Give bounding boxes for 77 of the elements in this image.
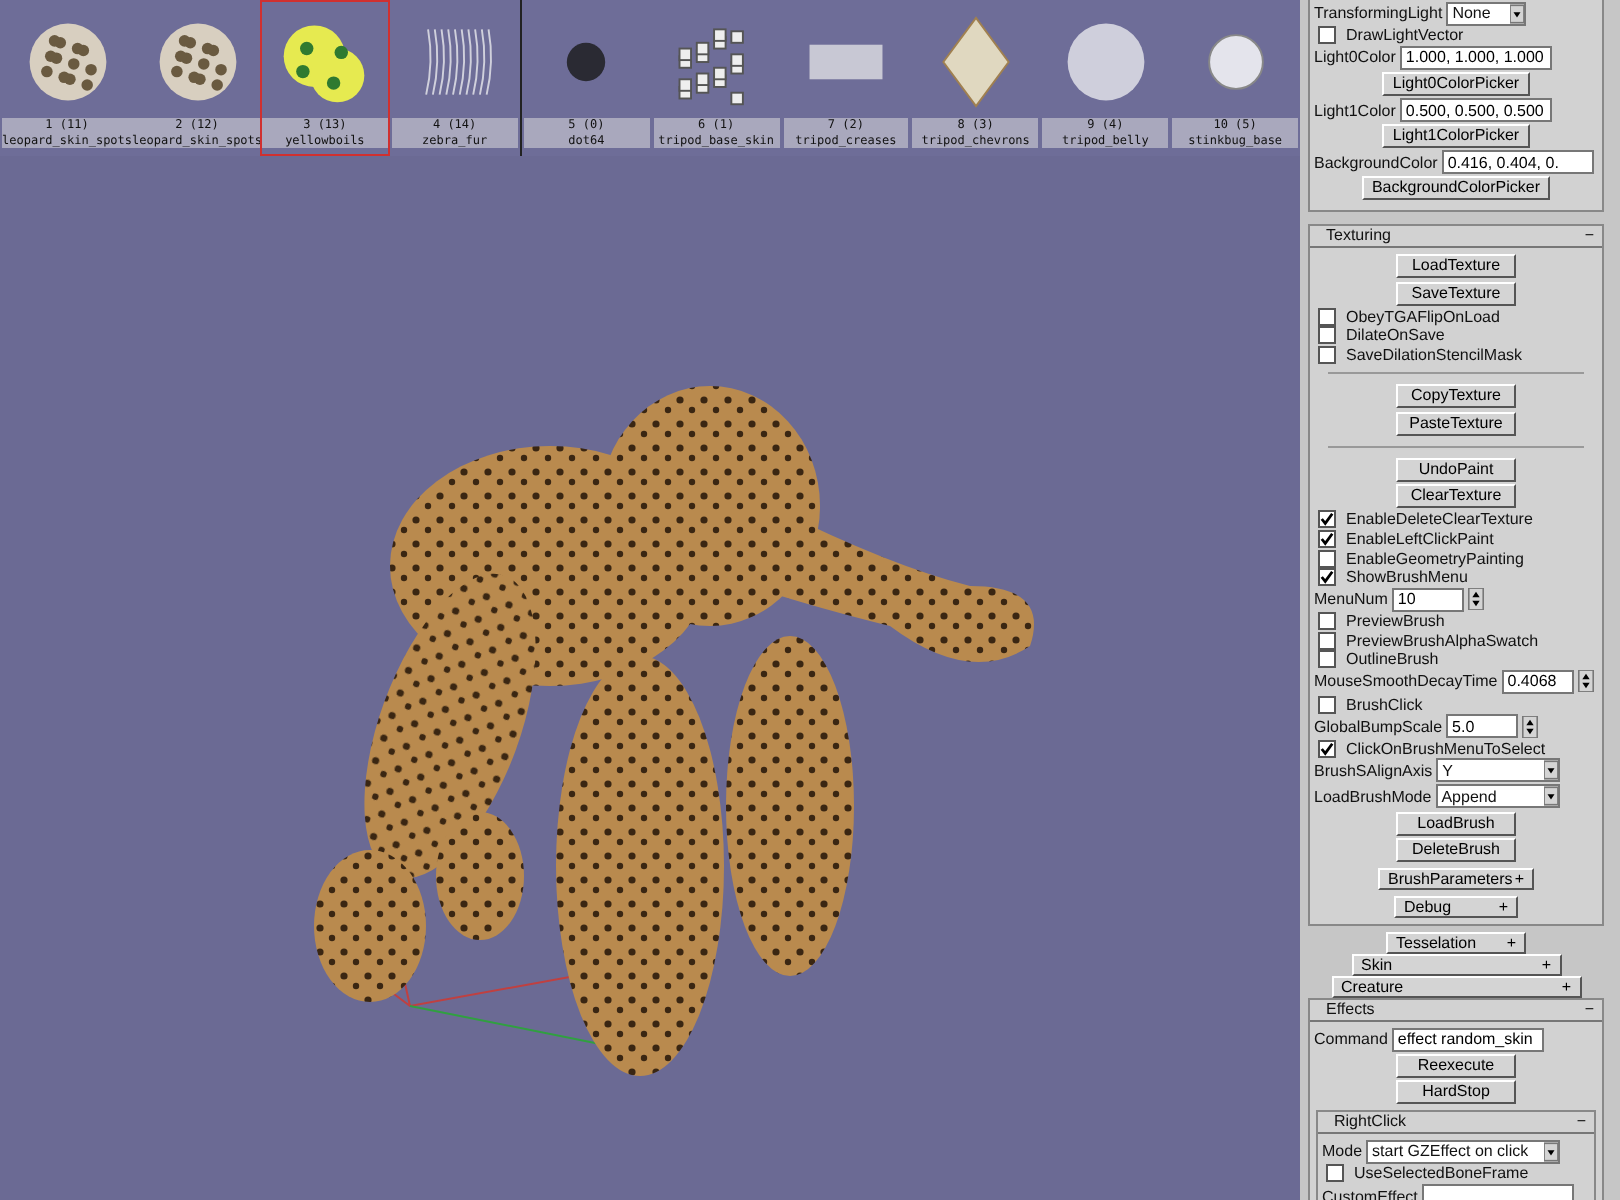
field-label: MenuNum xyxy=(1314,590,1388,609)
panel-button[interactable]: Light1ColorPicker xyxy=(1382,124,1530,149)
collapsed-group[interactable]: Debug + xyxy=(1394,895,1518,918)
checkbox-label: EnableLeftClickPaint xyxy=(1346,529,1494,548)
spinner-icon[interactable] xyxy=(1467,588,1484,611)
input-field[interactable]: 1.000, 1.000, 1.000 xyxy=(1399,45,1552,70)
checkbox[interactable] xyxy=(1318,695,1336,714)
checkbox[interactable] xyxy=(1318,631,1336,650)
checkbox[interactable] xyxy=(1318,529,1336,548)
checkbox[interactable] xyxy=(1318,346,1336,365)
input-field[interactable]: effect random_skin xyxy=(1391,1027,1544,1052)
panel-button[interactable]: HardStop xyxy=(1396,1080,1516,1105)
checkbox[interactable] xyxy=(1318,510,1336,529)
panel-header[interactable]: Effects − xyxy=(1310,1000,1602,1023)
checkbox-label: PreviewBrush xyxy=(1346,612,1445,631)
field-label: Light1Color xyxy=(1314,101,1396,120)
panel-button[interactable]: LoadBrush xyxy=(1396,811,1516,836)
checkbox-label: ObeyTGAFlipOnLoad xyxy=(1346,307,1500,326)
input-field[interactable]: 5.0 xyxy=(1446,714,1519,739)
collapsed-group[interactable]: Skin + xyxy=(1351,954,1561,977)
collapsed-group[interactable]: BrushParameters+ xyxy=(1378,867,1534,890)
checkbox-label: EnableGeometryPainting xyxy=(1346,549,1524,568)
panel-button[interactable]: SaveTexture xyxy=(1396,281,1516,306)
panel-button[interactable]: UndoPaint xyxy=(1396,457,1516,482)
checkbox-label: UseSelectedBoneFrame xyxy=(1354,1164,1529,1183)
checkbox[interactable] xyxy=(1318,307,1336,326)
input-field[interactable]: 0.4068 xyxy=(1501,669,1574,694)
panel-button[interactable]: BackgroundColorPicker xyxy=(1361,176,1551,201)
checkbox[interactable] xyxy=(1318,612,1336,631)
checkbox[interactable] xyxy=(1318,326,1336,345)
spinner-icon[interactable] xyxy=(1577,670,1594,693)
panel-button[interactable]: Reexecute xyxy=(1396,1053,1516,1078)
field-label: BackgroundColor xyxy=(1314,153,1438,172)
checkbox[interactable] xyxy=(1318,650,1336,669)
field-label: MouseSmoothDecayTime xyxy=(1314,672,1498,691)
checkbox-label: EnableDeleteClearTexture xyxy=(1346,510,1533,529)
checkbox[interactable] xyxy=(1318,26,1336,45)
checkbox-label: BrushClick xyxy=(1346,695,1423,714)
collapsed-group[interactable]: Creature + xyxy=(1331,976,1581,999)
checkbox[interactable] xyxy=(1318,568,1336,587)
field-label: Command xyxy=(1314,1030,1388,1049)
panel-button[interactable]: Light0ColorPicker xyxy=(1382,71,1530,96)
panel-button[interactable]: LoadTexture xyxy=(1396,254,1516,278)
control-label: LoadBrushMode xyxy=(1314,787,1432,806)
panel-button[interactable]: DeleteBrush xyxy=(1396,838,1516,863)
input-field[interactable]: 0.416, 0.404, 0. xyxy=(1441,150,1594,175)
control-label: Mode xyxy=(1322,1142,1363,1161)
panel-button[interactable]: PasteTexture xyxy=(1396,411,1516,436)
dropdown-arrow-icon xyxy=(1543,786,1558,807)
checkbox-label: SaveDilationStencilMask xyxy=(1346,346,1523,365)
dropdown-arrow-icon xyxy=(1544,760,1559,781)
panel-button[interactable]: CopyTexture xyxy=(1396,384,1516,409)
dropdown[interactable]: Append xyxy=(1435,784,1560,809)
checkbox-label: DilateOnSave xyxy=(1346,326,1445,345)
dropdown[interactable]: start GZEffect on click xyxy=(1366,1139,1561,1164)
checkbox-label: OutlineBrush xyxy=(1346,650,1439,669)
panel-header[interactable]: RightClick − xyxy=(1318,1112,1594,1135)
checkbox[interactable] xyxy=(1326,1164,1344,1183)
field-label: Light0Color xyxy=(1314,48,1396,67)
input-field[interactable]: 0.500, 0.500, 0.500 xyxy=(1399,98,1552,123)
checkbox[interactable] xyxy=(1318,739,1336,758)
dropdown[interactable]: Y xyxy=(1436,758,1561,783)
control-label: TransformingLight xyxy=(1314,4,1443,22)
input-field[interactable]: 10 xyxy=(1391,587,1464,612)
checkbox-label: DrawLightVector xyxy=(1346,26,1464,45)
control-label: BrushSAlignAxis xyxy=(1314,761,1433,780)
dropdown[interactable]: None xyxy=(1446,1,1527,25)
panel-button[interactable]: ClearTexture xyxy=(1396,484,1516,509)
checkbox[interactable] xyxy=(1318,549,1336,568)
spinner-icon[interactable] xyxy=(1522,715,1539,738)
dropdown-arrow-icon xyxy=(1544,1141,1559,1162)
checkbox-label: ClickOnBrushMenuToSelect xyxy=(1346,739,1546,758)
panel-header[interactable]: Texturing − xyxy=(1310,226,1602,249)
checkbox-label: PreviewBrushAlphaSwatch xyxy=(1346,631,1539,650)
collapsed-group[interactable]: Tesselation + xyxy=(1386,932,1526,955)
field-label: GlobalBumpScale xyxy=(1314,717,1443,736)
checkbox-label: ShowBrushMenu xyxy=(1346,568,1468,587)
